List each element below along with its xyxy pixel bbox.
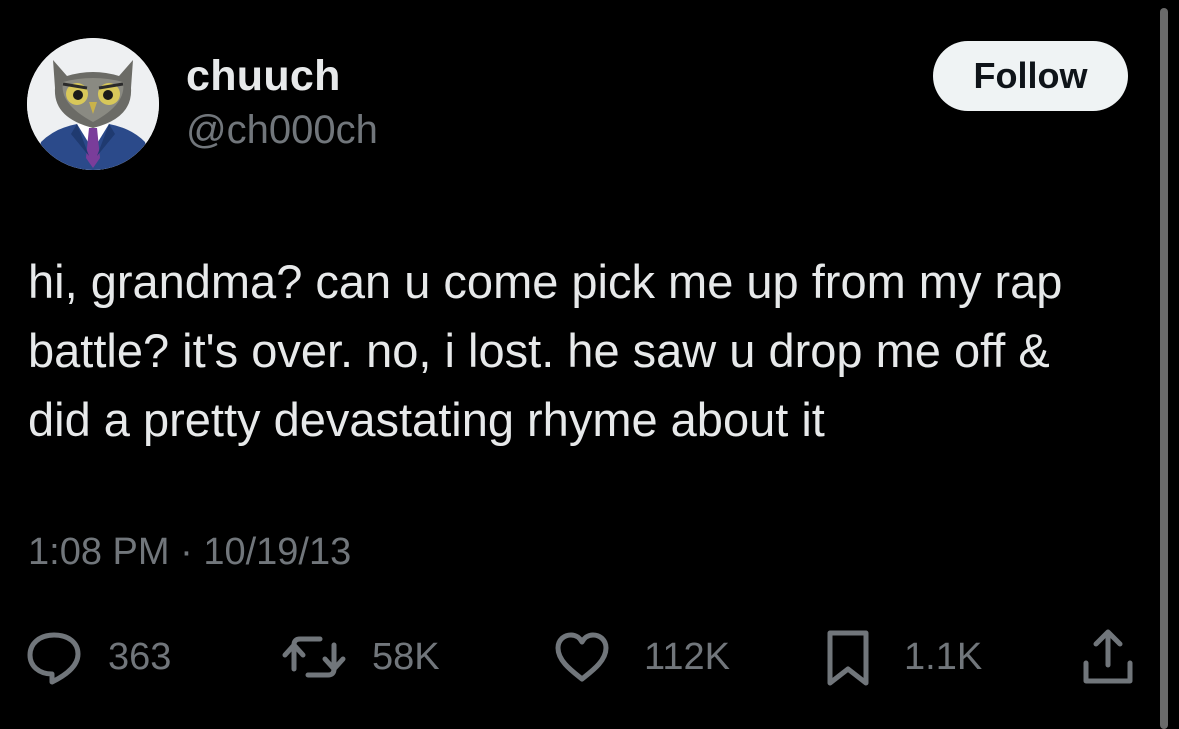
user-handle[interactable]: @ch000ch	[186, 108, 378, 153]
display-name[interactable]: chuuch	[186, 52, 341, 101]
heart-icon	[550, 625, 614, 689]
tweet-actions-bar: 363 58K 112K 1.1K	[0, 622, 1179, 692]
owl-avatar-icon	[27, 38, 159, 170]
like-count: 112K	[644, 635, 730, 678]
bookmark-button[interactable]: 1.1K	[816, 622, 982, 692]
follow-button[interactable]: Follow	[933, 41, 1128, 111]
reply-count: 363	[108, 635, 172, 678]
reply-button[interactable]: 363	[22, 622, 171, 692]
tweet-time[interactable]: 1:08 PM	[28, 531, 170, 573]
share-button[interactable]	[1076, 622, 1140, 692]
tweet-date[interactable]: 10/19/13	[203, 531, 351, 573]
retweet-button[interactable]: 58K	[282, 622, 440, 692]
meta-separator: ·	[180, 531, 193, 573]
like-button[interactable]: 112K	[550, 622, 730, 692]
reply-bubble-icon	[22, 625, 86, 689]
retweet-count: 58K	[372, 635, 440, 678]
scrollbar[interactable]	[1160, 8, 1168, 729]
retweet-icon	[282, 625, 346, 689]
share-icon	[1076, 625, 1140, 689]
tweet-timestamp[interactable]: 1:08 PM · 10/19/13	[28, 531, 351, 574]
bookmark-icon	[816, 625, 880, 689]
bookmark-count: 1.1K	[904, 635, 983, 678]
tweet-text: hi, grandma? can u come pick me up from …	[28, 255, 1063, 446]
avatar[interactable]	[27, 38, 159, 170]
